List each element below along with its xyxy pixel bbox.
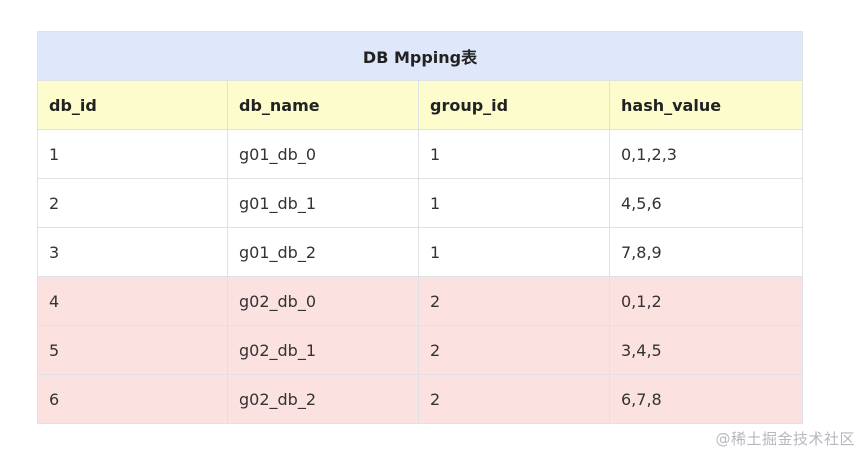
cell-db-id: 5 <box>37 325 228 375</box>
cell-db-name: g01_db_2 <box>227 227 419 277</box>
table-row: 5 g02_db_1 2 3,4,5 <box>37 325 804 375</box>
cell-hash-value: 4,5,6 <box>608 178 804 228</box>
watermark: @稀土掘金技术社区 <box>715 430 855 448</box>
cell-db-name: g02_db_2 <box>227 374 419 424</box>
cell-group-id: 1 <box>418 178 610 228</box>
cell-db-name: g02_db_1 <box>227 325 419 375</box>
cell-group-id: 1 <box>418 129 610 179</box>
cell-db-name: g02_db_0 <box>227 276 419 326</box>
cell-db-id: 1 <box>37 129 228 179</box>
cell-db-name: g01_db_1 <box>227 178 419 228</box>
cell-group-id: 1 <box>418 227 610 277</box>
column-header-group-id: group_id <box>418 80 610 130</box>
column-header-hash-value: hash_value <box>608 80 804 130</box>
column-header-db-id: db_id <box>37 80 228 130</box>
table-row: 6 g02_db_2 2 6,7,8 <box>37 374 804 424</box>
table-row: 3 g01_db_2 1 7,8,9 <box>37 227 804 277</box>
cell-db-id: 4 <box>37 276 228 326</box>
cell-group-id: 2 <box>418 374 610 424</box>
table-row: 2 g01_db_1 1 4,5,6 <box>37 178 804 228</box>
cell-hash-value: 0,1,2 <box>608 276 804 326</box>
db-mapping-table: DB Mpping表 db_id db_name group_id hash_v… <box>36 31 804 424</box>
table-row: 4 g02_db_0 2 0,1,2 <box>37 276 804 326</box>
cell-db-id: 2 <box>37 178 228 228</box>
cell-hash-value: 3,4,5 <box>608 325 804 375</box>
cell-group-id: 2 <box>418 276 610 326</box>
header-row: db_id db_name group_id hash_value <box>37 80 804 130</box>
cell-db-id: 3 <box>37 227 228 277</box>
cell-db-id: 6 <box>37 374 228 424</box>
cell-hash-value: 6,7,8 <box>608 374 804 424</box>
column-header-db-name: db_name <box>227 80 419 130</box>
table-caption: DB Mpping表 <box>36 31 804 81</box>
table-row: 1 g01_db_0 1 0,1,2,3 <box>37 129 804 179</box>
cell-hash-value: 0,1,2,3 <box>608 129 804 179</box>
caption-row: DB Mpping表 <box>36 31 804 81</box>
cell-group-id: 2 <box>418 325 610 375</box>
cell-db-name: g01_db_0 <box>227 129 419 179</box>
page: DB Mpping表 db_id db_name group_id hash_v… <box>0 0 861 457</box>
cell-hash-value: 7,8,9 <box>608 227 804 277</box>
